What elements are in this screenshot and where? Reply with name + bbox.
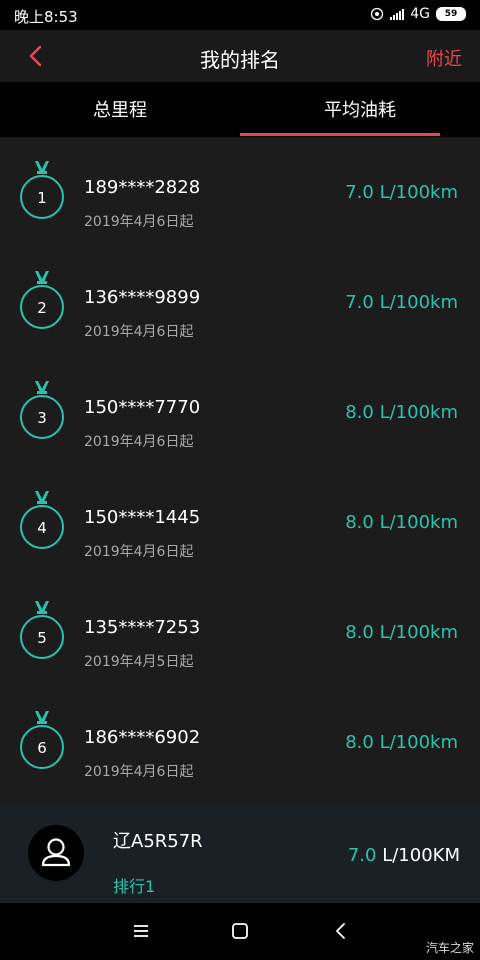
system-nav-bar: 汽车之家 bbox=[0, 903, 480, 960]
ranking-row[interactable]: 5 135****7253 2019年4月5日起 8.0 L/100km bbox=[0, 577, 480, 687]
network-type: 4G bbox=[410, 6, 430, 22]
my-plate: 辽A5R57R bbox=[113, 831, 203, 852]
my-rank-label: 排行1 bbox=[113, 877, 156, 896]
app-header: 我的排名 附近 bbox=[0, 30, 480, 82]
row-value: 7.0 L/100km bbox=[345, 292, 458, 313]
signal-icon bbox=[390, 8, 405, 20]
row-date: 2019年4月6日起 bbox=[84, 434, 194, 450]
page-title: 我的排名 bbox=[200, 48, 280, 72]
user-icon bbox=[41, 838, 71, 867]
rank-number: 2 bbox=[37, 299, 47, 317]
tab-average-fuel[interactable]: 平均油耗 bbox=[240, 82, 480, 137]
rank-number: 1 bbox=[37, 189, 47, 207]
row-value: 8.0 L/100km bbox=[345, 732, 458, 753]
ranking-list[interactable]: 1 189****2828 2019年4月6日起 7.0 L/100km 2 1… bbox=[0, 137, 480, 803]
rank-number: 3 bbox=[37, 409, 47, 427]
ranking-row[interactable]: 2 136****9899 2019年4月6日起 7.0 L/100km bbox=[0, 247, 480, 357]
row-phone: 189****2828 bbox=[84, 177, 201, 198]
row-date: 2019年4月6日起 bbox=[84, 214, 194, 230]
row-value: 8.0 L/100km bbox=[345, 512, 458, 533]
row-value: 8.0 L/100km bbox=[345, 402, 458, 423]
medal-icon: 5 bbox=[20, 601, 64, 659]
row-value: 8.0 L/100km bbox=[345, 622, 458, 643]
ranking-row[interactable]: 1 189****2828 2019年4月6日起 7.0 L/100km bbox=[0, 137, 480, 247]
medal-icon: 2 bbox=[20, 271, 64, 329]
home-icon[interactable] bbox=[228, 919, 252, 943]
ranking-row[interactable]: 3 150****7770 2019年4月6日起 8.0 L/100km bbox=[0, 357, 480, 467]
ranking-row[interactable]: 6 186****6902 2019年4月6日起 8.0 L/100km bbox=[0, 687, 480, 797]
tab-bar: 总里程 平均油耗 bbox=[0, 82, 480, 137]
my-value-number: 7.0 bbox=[347, 845, 377, 866]
watermark: 汽车之家 bbox=[425, 941, 474, 955]
medal-icon: 4 bbox=[20, 491, 64, 549]
battery-icon: 59 bbox=[436, 7, 466, 21]
hotspot-icon bbox=[371, 7, 384, 21]
menu-icon[interactable] bbox=[129, 919, 153, 943]
row-phone: 150****7770 bbox=[84, 397, 201, 418]
tab-total-mileage[interactable]: 总里程 bbox=[0, 82, 240, 137]
rank-number: 6 bbox=[37, 739, 47, 757]
avatar[interactable] bbox=[28, 825, 84, 881]
status-bar: 晚上8:53 4G 59 bbox=[0, 0, 480, 30]
my-value-unit: L/100KM bbox=[376, 845, 460, 866]
medal-icon: 3 bbox=[20, 381, 64, 439]
rank-number: 4 bbox=[37, 519, 47, 537]
row-date: 2019年4月6日起 bbox=[84, 324, 194, 340]
back-icon[interactable] bbox=[329, 919, 353, 943]
row-phone: 150****1445 bbox=[84, 507, 201, 528]
row-date: 2019年4月5日起 bbox=[84, 654, 194, 670]
status-icons: 4G 59 bbox=[370, 6, 466, 22]
row-date: 2019年4月6日起 bbox=[84, 544, 194, 560]
my-rank-bar[interactable]: 辽A5R57R 排行1 7.0 L/100KM bbox=[0, 803, 480, 903]
row-phone: 135****7253 bbox=[84, 617, 201, 638]
rank-number: 5 bbox=[37, 629, 47, 647]
row-phone: 186****6902 bbox=[84, 727, 201, 748]
medal-icon: 6 bbox=[20, 711, 64, 769]
ranking-row[interactable]: 4 150****1445 2019年4月6日起 8.0 L/100km bbox=[0, 467, 480, 577]
medal-icon: 1 bbox=[20, 161, 64, 219]
row-value: 7.0 L/100km bbox=[345, 182, 458, 203]
active-tab-indicator bbox=[240, 133, 440, 136]
my-value: 7.0 L/100KM bbox=[348, 845, 460, 866]
status-time: 晚上8:53 bbox=[14, 8, 78, 26]
nearby-button[interactable]: 附近 bbox=[426, 45, 462, 71]
row-date: 2019年4月6日起 bbox=[84, 764, 194, 780]
row-phone: 136****9899 bbox=[84, 287, 201, 308]
